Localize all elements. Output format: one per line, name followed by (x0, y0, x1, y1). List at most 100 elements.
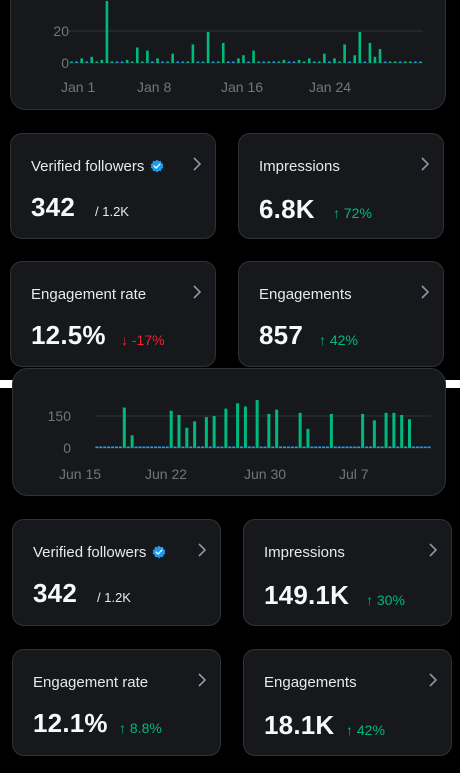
chart-bar (150, 446, 154, 448)
chart-bar (325, 446, 329, 448)
chart-bar (345, 446, 349, 448)
trend-delta: ↑ 30% (366, 592, 405, 608)
chart-bar (372, 420, 376, 448)
chart-bar (365, 446, 369, 448)
chart-bar (427, 446, 431, 448)
chart-bar (329, 413, 333, 448)
chart-bar (361, 413, 365, 448)
chart-bar (114, 446, 118, 448)
engagements-card[interactable]: Engagements 857 ↑ 42% (238, 261, 444, 367)
trend-delta: ↑ 42% (319, 332, 358, 348)
chart-bar (271, 446, 275, 448)
chevron-right-icon (198, 673, 207, 687)
chevron-right-icon (198, 543, 207, 557)
chart-bar (272, 61, 276, 63)
metric-total: / 1.2K (97, 590, 131, 605)
chart-bar (341, 446, 345, 448)
chart-bar (173, 446, 177, 448)
engagement-rate-card[interactable]: Engagement rate 12.5% ↓ -17% (10, 261, 216, 367)
chart-bar (181, 61, 185, 63)
chart-bar (165, 446, 169, 448)
chart-bar (243, 406, 247, 448)
chart-bar (85, 61, 88, 63)
chart-bar (181, 446, 185, 448)
chart-card: 150 0 Jun 15 Jun 22 Jun 30 Jul 7 (12, 368, 446, 496)
chart-bar (373, 56, 377, 63)
chart-bar (95, 61, 99, 63)
chart-bar (141, 61, 144, 63)
chart-bar (122, 407, 126, 448)
chart-bar (103, 446, 107, 448)
chart-bar (282, 59, 286, 63)
chart-bar (262, 61, 265, 63)
chevron-right-icon (429, 673, 438, 687)
card-title: Engagements (259, 286, 352, 303)
chart-card: 20 0 Jan 1 Jan 8 Jan 16 Jan 24 (10, 0, 446, 110)
chart-bar (333, 446, 337, 448)
chart-bar (95, 446, 99, 448)
bottom-section: 150 0 Jun 15 Jun 22 Jun 30 Jul 7 Verified fol… (0, 368, 460, 773)
impressions-card[interactable]: Impressions 149.1K ↑ 30% (243, 519, 452, 626)
chart-bar (146, 446, 150, 448)
chart-bar (312, 61, 316, 63)
chart-bar (357, 446, 361, 448)
chart-bar (353, 55, 357, 63)
verified-badge-icon (151, 159, 164, 173)
chart-bar (257, 61, 260, 63)
chart-bar (242, 55, 245, 63)
chart-bar (287, 61, 291, 63)
chart-bar (423, 446, 427, 448)
chart-bar (414, 61, 417, 63)
card-title: Engagement rate (33, 674, 149, 691)
chart-bar (409, 61, 412, 63)
chart-bar (411, 446, 415, 448)
chart-bar (221, 42, 225, 63)
chevron-right-icon (421, 157, 430, 171)
chart-bar (176, 61, 180, 63)
engagements-card[interactable]: Engagements 18.1K ↑ 42% (243, 649, 452, 756)
verified-followers-card[interactable]: Verified followers 342 / 1.2K (10, 133, 216, 239)
impressions-card[interactable]: Impressions 6.8K ↑ 72% (238, 133, 444, 239)
chart-bar (115, 61, 119, 63)
chart-bar (363, 61, 367, 63)
chart-bar (378, 49, 382, 63)
metric-value: 857 (259, 320, 303, 350)
chevron-right-icon (193, 157, 202, 171)
chart-bar (130, 435, 134, 448)
card-title: Verified followers (31, 158, 164, 175)
chart-bar (267, 61, 271, 63)
chart-bar (157, 446, 161, 448)
chart-bar (252, 50, 255, 63)
chart-bar (247, 61, 250, 63)
chart-bar (105, 1, 109, 63)
chart-bar (408, 419, 412, 448)
chart-bar (171, 53, 174, 63)
analytics-bar-chart: 150 0 Jun 15 Jun 22 Jun 30 Jul 7 (48, 400, 431, 482)
chart-bar (318, 61, 321, 63)
chart-bar (204, 417, 208, 448)
card-title: Impressions (259, 158, 340, 175)
chart-bar (302, 446, 306, 448)
verified-followers-card[interactable]: Verified followers 342 / 1.2K (12, 519, 221, 626)
chart-bar (255, 400, 259, 448)
chart-bar (138, 446, 142, 448)
chart-bar (298, 412, 302, 448)
metric-value: 342 (33, 578, 77, 608)
chart-bar (208, 446, 212, 448)
top-section: 20 0 Jan 1 Jan 8 Jan 16 Jan 24 Verified follo… (0, 0, 460, 380)
chart-bar (286, 446, 290, 448)
chart-bar (376, 446, 380, 448)
chart-bar (349, 446, 353, 448)
chart-bar (343, 44, 346, 63)
engagement-rate-card[interactable]: Engagement rate 12.1% ↑ 8.8% (12, 649, 221, 756)
chart-bar (200, 446, 204, 448)
analytics-bar-chart: 20 0 Jan 1 Jan 8 Jan 16 Jan 24 (53, 1, 423, 95)
chart-bar (398, 61, 402, 63)
x-tick-label: Jan 1 (61, 79, 95, 95)
chart-bar (383, 61, 387, 63)
metric-value: 149.1K (264, 580, 350, 610)
metric-value: 342 (31, 192, 75, 222)
card-title: Impressions (264, 544, 345, 561)
chart-bar (70, 61, 73, 63)
chart-bar (400, 414, 404, 448)
